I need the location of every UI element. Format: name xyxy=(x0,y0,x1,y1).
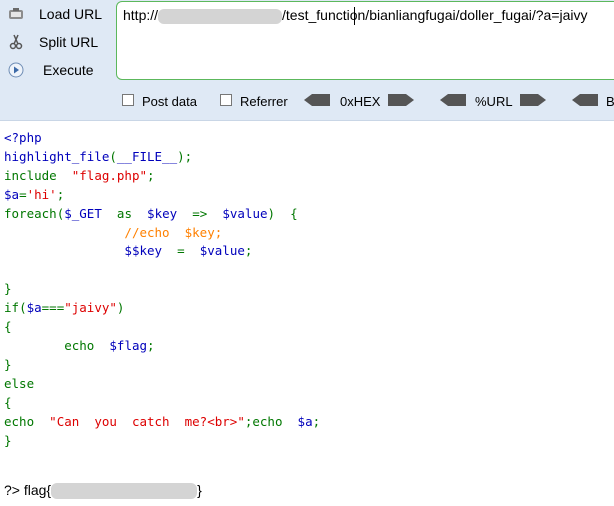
url-encode-label: %URL xyxy=(475,94,513,109)
load-url-label: Load URL xyxy=(39,6,103,22)
code-flag-var: $flag xyxy=(109,337,148,353)
base64-label: B xyxy=(606,94,614,109)
base64-decode-arrow-icon[interactable] xyxy=(572,94,598,106)
split-url-button[interactable]: Split URL xyxy=(0,30,112,54)
text-caret xyxy=(354,7,355,25)
url-suffix: /test_function/bianliangfugai/doller_fug… xyxy=(282,7,588,23)
output-php-close: ?> xyxy=(4,482,20,498)
code-key: $key xyxy=(147,205,178,221)
code-if-var: $a xyxy=(26,300,42,316)
hex-encode-arrow-icon[interactable] xyxy=(388,94,414,106)
code-str-hi: 'hi' xyxy=(26,186,57,202)
code-var-a: $a xyxy=(4,186,20,202)
options-row: Post data Referrer 0xHEX %URL B xyxy=(0,88,614,116)
code-fn-highlight: highlight_file xyxy=(4,148,110,164)
code-varvar: $$key xyxy=(124,243,163,259)
post-data-checkbox[interactable] xyxy=(122,94,134,106)
redacted-flag xyxy=(51,483,198,500)
page-output: ?> flag{} xyxy=(4,482,202,500)
url-value: http:// /test_function/bianliangfugai/dol… xyxy=(123,7,588,24)
url-decode-arrow-icon[interactable] xyxy=(440,94,466,106)
code-value-assign: $value xyxy=(199,243,245,259)
code-include: include xyxy=(4,167,57,183)
code-str-catch: "Can you catch me?<br>" xyxy=(49,413,245,429)
code-echo-flag: echo xyxy=(64,337,95,353)
code-else: else xyxy=(4,375,35,391)
execute-label: Execute xyxy=(43,62,94,78)
referrer-label: Referrer xyxy=(240,94,288,109)
code-value: $value xyxy=(222,205,268,221)
output-flag-start: flag{ xyxy=(23,482,52,498)
url-prefix: http:// xyxy=(123,7,159,23)
code-as: as xyxy=(116,205,132,221)
redacted-host xyxy=(158,8,283,24)
split-url-label: Split URL xyxy=(39,34,99,50)
scissors-icon xyxy=(9,34,23,50)
url-textarea[interactable]: http:// /test_function/bianliangfugai/dol… xyxy=(116,1,614,80)
play-icon xyxy=(8,62,24,78)
code-file-const: __FILE__ xyxy=(116,148,178,164)
code-get: $_GET xyxy=(64,205,102,221)
code-echo-a: $a xyxy=(297,413,313,429)
code-line-php-open: <?php xyxy=(4,130,42,145)
code-foreach: foreach xyxy=(4,205,57,221)
load-url-icon xyxy=(9,8,23,19)
referrer-checkbox[interactable] xyxy=(220,94,232,106)
hackbar-toolbar: Load URL Split URL Execute http:// /test_… xyxy=(0,0,614,121)
output-flag-end: } xyxy=(197,482,202,498)
load-url-button[interactable]: Load URL xyxy=(0,2,112,26)
url-encode-arrow-icon[interactable] xyxy=(520,94,546,106)
code-include-file: "flag.php" xyxy=(71,167,148,183)
code-echo-catch: echo xyxy=(4,413,35,429)
post-data-label: Post data xyxy=(142,94,197,109)
hex-label: 0xHEX xyxy=(340,94,381,109)
hex-decode-arrow-icon[interactable] xyxy=(304,94,330,106)
code-comment: //echo $key; xyxy=(124,224,223,240)
code-if: if xyxy=(4,300,20,316)
execute-button[interactable]: Execute xyxy=(0,58,112,82)
php-source-code: <?php highlight_file(__FILE__); include … xyxy=(4,130,321,448)
code-str-jaivy: "jaivy" xyxy=(64,300,117,316)
